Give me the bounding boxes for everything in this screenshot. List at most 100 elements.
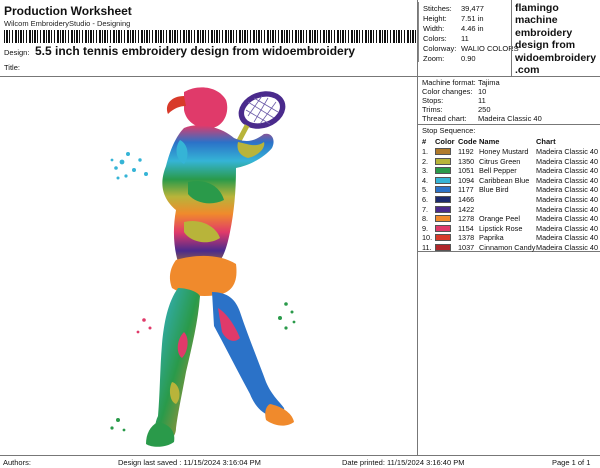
- stat-height: Height: 7.51 in: [423, 14, 484, 23]
- thread-color-swatch: [435, 244, 451, 251]
- stop-sequence-row: 10. 1378 Paprika Madeira Classic 40: [422, 233, 598, 243]
- brand-line: machine: [515, 14, 558, 27]
- color-changes: Color changes: 10: [422, 87, 487, 96]
- thread-code: 1094: [458, 175, 475, 185]
- left-leg: [155, 288, 200, 442]
- thread-chart: Thread chart: Madeira Classic 40: [422, 114, 542, 123]
- divider: [0, 76, 600, 77]
- thread-code: 1466: [458, 195, 475, 204]
- barcode: [4, 30, 416, 43]
- header-num: #: [422, 137, 427, 146]
- thread-chart: Madeira Classic 40: [536, 233, 599, 243]
- row-number: 11.: [422, 243, 432, 252]
- trims: Trims: 250: [422, 105, 491, 114]
- stop-sequence-row: 6. 1466 Madeira Classic 40: [422, 195, 598, 205]
- thread-name: Blue Bird: [479, 185, 509, 195]
- brand-line: flamingo: [515, 2, 559, 14]
- thread-code: 1037: [458, 243, 475, 252]
- thread-code: 1378: [458, 233, 475, 243]
- thread-name: Caribbean Blue: [479, 175, 530, 185]
- thread-chart: Madeira Classic 40: [536, 214, 599, 224]
- design-stats: Stitches: 39,477 Height: 7.51 in Width: 4.4…: [418, 2, 519, 63]
- thread-chart: Madeira Classic 40: [536, 204, 599, 214]
- header-code: Code: [458, 137, 477, 146]
- thread-chart: Madeira Classic 40: [536, 223, 599, 233]
- row-number: 5.: [422, 185, 429, 195]
- header-chart: Chart: [536, 137, 556, 146]
- stop-sequence-row: 5. 1177 Blue Bird Madeira Classic 40: [422, 185, 598, 195]
- row-number: 6.: [422, 195, 429, 204]
- stop-sequence-row: 9. 1154 Lipstick Rose Madeira Classic 40: [422, 224, 598, 234]
- stop-sequence-row: 3. 1051 Bell Pepper Madeira Classic 40: [422, 166, 598, 176]
- ponytail: [166, 96, 186, 114]
- thread-code: 1350: [458, 156, 475, 166]
- divider: [511, 0, 512, 76]
- thread-color-swatch: [435, 205, 451, 213]
- splatter-right: [278, 302, 296, 330]
- design-name: 5.5 inch tennis embroidery design from w…: [35, 44, 356, 58]
- design-label: Design:: [4, 48, 30, 57]
- brand-line: embroidery: [515, 26, 573, 39]
- divider: [417, 124, 600, 125]
- row-number: 10.: [422, 233, 433, 243]
- right-shoe: [265, 404, 294, 426]
- row-number: 8.: [422, 214, 429, 224]
- thread-code: 1192: [458, 147, 474, 156]
- page-number: Page 1 of 1: [552, 458, 591, 467]
- thread-code: 1051: [458, 166, 475, 176]
- last-saved: Design last saved : 11/15/2024 3:16:04 P…: [118, 458, 261, 467]
- thread-chart: Madeira Classic 40: [536, 175, 599, 185]
- thread-color-swatch: [435, 234, 451, 242]
- stop-sequence-row: 2. 1350 Citrus Green Madeira Classic 40: [422, 157, 598, 167]
- thread-name: Honey Mustard: [479, 147, 529, 156]
- brand-line: design from: [515, 39, 576, 52]
- right-leg: [212, 292, 285, 418]
- brand-line: widoembroidery: [515, 51, 597, 64]
- row-number: 4.: [422, 175, 429, 185]
- row-number: 1.: [422, 147, 429, 156]
- thread-code: 1177: [458, 185, 474, 195]
- thread-code: 1278: [458, 214, 475, 224]
- thread-color-swatch: [435, 186, 451, 194]
- row-number: 9.: [422, 223, 429, 233]
- divider: [417, 0, 418, 455]
- stop-sequence-row: 1. 1192 Honey Mustard Madeira Classic 40: [422, 147, 598, 157]
- thread-chart: Madeira Classic 40: [536, 185, 599, 195]
- stop-sequence-title: Stop Sequence:: [422, 126, 476, 135]
- tennis-player-artwork: [110, 87, 296, 447]
- worksheet-footer: Authors: Design last saved : 11/15/2024 …: [0, 455, 600, 468]
- stop-sequence-row: 7. 1422 Madeira Classic 40: [422, 205, 598, 215]
- title-label: Title:: [4, 63, 20, 72]
- splatter-left: [110, 152, 148, 180]
- stat-stitches: Stitches: 39,477: [423, 4, 484, 13]
- thread-chart: Madeira Classic 40: [536, 243, 599, 252]
- thread-chart: Madeira Classic 40: [536, 147, 599, 156]
- date-printed: Date printed: 11/15/2024 3:16:40 PM: [342, 458, 465, 467]
- row-number: 3.: [422, 166, 429, 176]
- worksheet-title: Production Worksheet: [4, 4, 132, 18]
- thread-name: Cinnamon Candy: [479, 243, 536, 252]
- splatter-bottom: [136, 318, 152, 334]
- software-name: Wilcom EmbroideryStudio - Designing: [4, 19, 131, 28]
- thread-name: Bell Pepper: [479, 166, 517, 176]
- worksheet-header: Production Worksheet Wilcom EmbroiderySt…: [2, 2, 416, 74]
- thread-color-swatch: [435, 215, 451, 223]
- thread-color-swatch: [435, 176, 451, 184]
- stop-sequence-row: 4. 1094 Caribbean Blue Madeira Classic 40: [422, 176, 598, 186]
- stat-colorway: Colorway: WALIO COLORS: [423, 44, 519, 53]
- thread-chart: Madeira Classic 40: [536, 166, 599, 176]
- stop-sequence-row: 11. 1037 Cinnamon Candy Madeira Classic 40: [422, 243, 598, 253]
- brand-line: .com: [515, 64, 540, 77]
- thread-chart: Madeira Classic 40: [536, 195, 599, 204]
- thread-chart: Madeira Classic 40: [536, 156, 599, 166]
- brand-text: flamingo machine embroidery design from …: [513, 2, 598, 76]
- stops: Stops: 11: [422, 96, 486, 105]
- row-number: 7.: [422, 204, 429, 214]
- stat-zoom: Zoom: 0.90: [423, 54, 476, 63]
- stat-width: Width: 4.46 in: [423, 24, 484, 33]
- thread-name: Citrus Green: [479, 156, 521, 166]
- machine-format: Machine format: Tajima: [422, 78, 500, 87]
- thread-name: Orange Peel: [479, 214, 520, 224]
- header-name: Name: [479, 137, 500, 146]
- thread-code: 1422: [458, 204, 475, 214]
